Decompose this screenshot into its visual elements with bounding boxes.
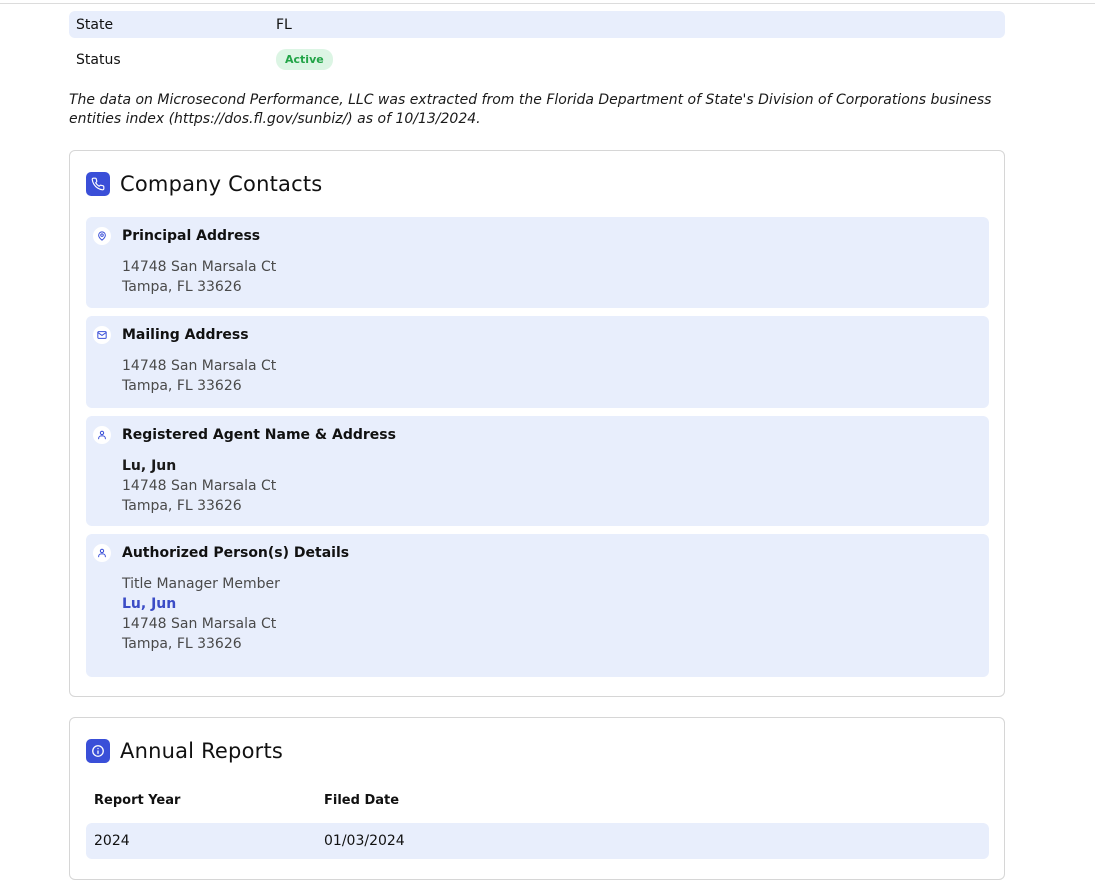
company-contacts-title: Company Contacts bbox=[120, 172, 323, 196]
column-header-report-year: Report Year bbox=[94, 793, 181, 808]
authorized-person-name-link[interactable]: Lu, Jun bbox=[122, 594, 280, 614]
registered-agent-line2: Tampa, FL 33626 bbox=[122, 498, 242, 514]
authorized-person-line1: 14748 San Marsala Ct bbox=[122, 616, 277, 632]
mail-icon bbox=[93, 326, 111, 344]
filed-date-cell: 01/03/2024 bbox=[324, 833, 405, 849]
principal-address-line2: Tampa, FL 33626 bbox=[122, 279, 242, 295]
mailing-address-line1: 14748 San Marsala Ct bbox=[122, 358, 277, 374]
person-icon bbox=[93, 544, 111, 562]
table-row: 2024 01/03/2024 bbox=[86, 823, 989, 859]
top-divider bbox=[0, 3, 1095, 4]
mailing-address-line2: Tampa, FL 33626 bbox=[122, 378, 242, 394]
annual-reports-title: Annual Reports bbox=[120, 739, 284, 763]
authorized-persons-lines: Title Manager Member Lu, Jun 14748 San M… bbox=[122, 574, 280, 654]
principal-address-title: Principal Address bbox=[122, 228, 261, 244]
status-badge: Active bbox=[276, 49, 333, 70]
annual-reports-card: Annual Reports Report Year Filed Date 20… bbox=[69, 717, 1005, 880]
column-header-filed-date: Filed Date bbox=[324, 793, 400, 808]
state-row: State FL bbox=[69, 11, 1005, 38]
authorized-persons-section: Authorized Person(s) Details Title Manag… bbox=[86, 534, 989, 677]
registered-agent-name: Lu, Jun bbox=[122, 458, 177, 474]
status-row: Status Active bbox=[69, 46, 1005, 73]
principal-address-lines: 14748 San Marsala Ct Tampa, FL 33626 bbox=[122, 257, 276, 297]
registered-agent-lines: Lu, Jun 14748 San Marsala Ct Tampa, FL 3… bbox=[122, 456, 276, 516]
person-icon bbox=[93, 426, 111, 444]
mailing-address-section: Mailing Address 14748 San Marsala Ct Tam… bbox=[86, 316, 989, 408]
authorized-person-role: Title Manager Member bbox=[122, 576, 280, 592]
registered-agent-title: Registered Agent Name & Address bbox=[122, 427, 396, 443]
state-value: FL bbox=[276, 16, 292, 33]
data-source-disclaimer: The data on Microsecond Performance, LLC… bbox=[69, 92, 992, 127]
info-icon bbox=[86, 739, 110, 763]
principal-address-section: Principal Address 14748 San Marsala Ct T… bbox=[86, 217, 989, 308]
authorized-person-line2: Tampa, FL 33626 bbox=[122, 636, 242, 652]
phone-icon bbox=[86, 172, 110, 196]
company-contacts-header: Company Contacts bbox=[86, 172, 322, 196]
mailing-address-lines: 14748 San Marsala Ct Tampa, FL 33626 bbox=[122, 356, 276, 396]
principal-address-line1: 14748 San Marsala Ct bbox=[122, 259, 277, 275]
registered-agent-line1: 14748 San Marsala Ct bbox=[122, 478, 277, 494]
authorized-persons-title: Authorized Person(s) Details bbox=[122, 545, 350, 561]
annual-reports-header: Annual Reports bbox=[86, 739, 283, 763]
status-label: Status bbox=[76, 51, 121, 68]
report-year-cell: 2024 bbox=[94, 833, 130, 849]
state-label: State bbox=[76, 16, 114, 33]
location-pin-icon bbox=[93, 227, 111, 245]
registered-agent-section: Registered Agent Name & Address Lu, Jun … bbox=[86, 416, 989, 526]
company-contacts-card: Company Contacts Principal Address 14748… bbox=[69, 150, 1005, 697]
mailing-address-title: Mailing Address bbox=[122, 327, 249, 343]
